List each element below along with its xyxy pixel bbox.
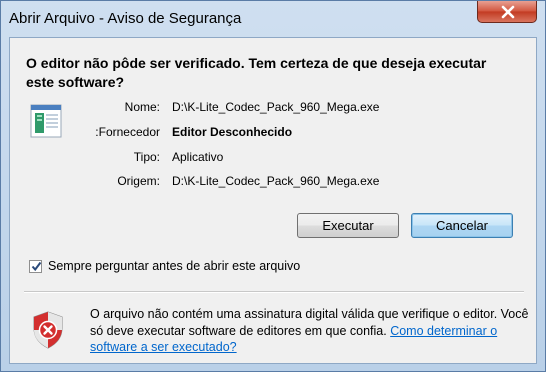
publisher-label: Fornecedor: (95, 125, 160, 139)
type-label: Tipo: (133, 150, 160, 164)
origin-value: D:\K-Lite_Codec_Pack_960_Mega.exe (172, 174, 380, 188)
checkmark-icon (31, 261, 42, 272)
security-shield-warning-icon (33, 311, 63, 349)
separator (24, 291, 524, 293)
name-value: D:\K-Lite_Codec_Pack_960_Mega.exe (172, 100, 380, 114)
publisher-value: Editor Desconhecido (172, 125, 293, 139)
always-ask-checkbox[interactable] (29, 260, 42, 273)
application-file-icon (30, 104, 62, 138)
type-value: Aplicativo (172, 150, 224, 164)
cancel-button[interactable]: Cancelar (411, 213, 513, 238)
security-warning-dialog: Abrir Arquivo - Aviso de Segurança O edi… (0, 0, 546, 372)
name-label: Nome: (124, 100, 160, 114)
always-ask-label[interactable]: Sempre perguntar antes de abrir este arq… (48, 259, 300, 273)
close-icon (501, 5, 515, 19)
origin-label: Origem: (117, 174, 160, 188)
close-button[interactable] (477, 1, 537, 23)
run-button[interactable]: Executar (297, 213, 399, 238)
window-title: Abrir Arquivo - Aviso de Segurança (9, 10, 242, 27)
dialog-content: O editor não pôde ser verificado. Tem ce… (9, 37, 537, 364)
dialog-heading: O editor não pôde ser verificado. Tem ce… (26, 55, 487, 90)
warning-message: O arquivo não contém uma assinatura digi… (90, 306, 530, 356)
title-bar[interactable]: Abrir Arquivo - Aviso de Segurança (1, 1, 545, 37)
